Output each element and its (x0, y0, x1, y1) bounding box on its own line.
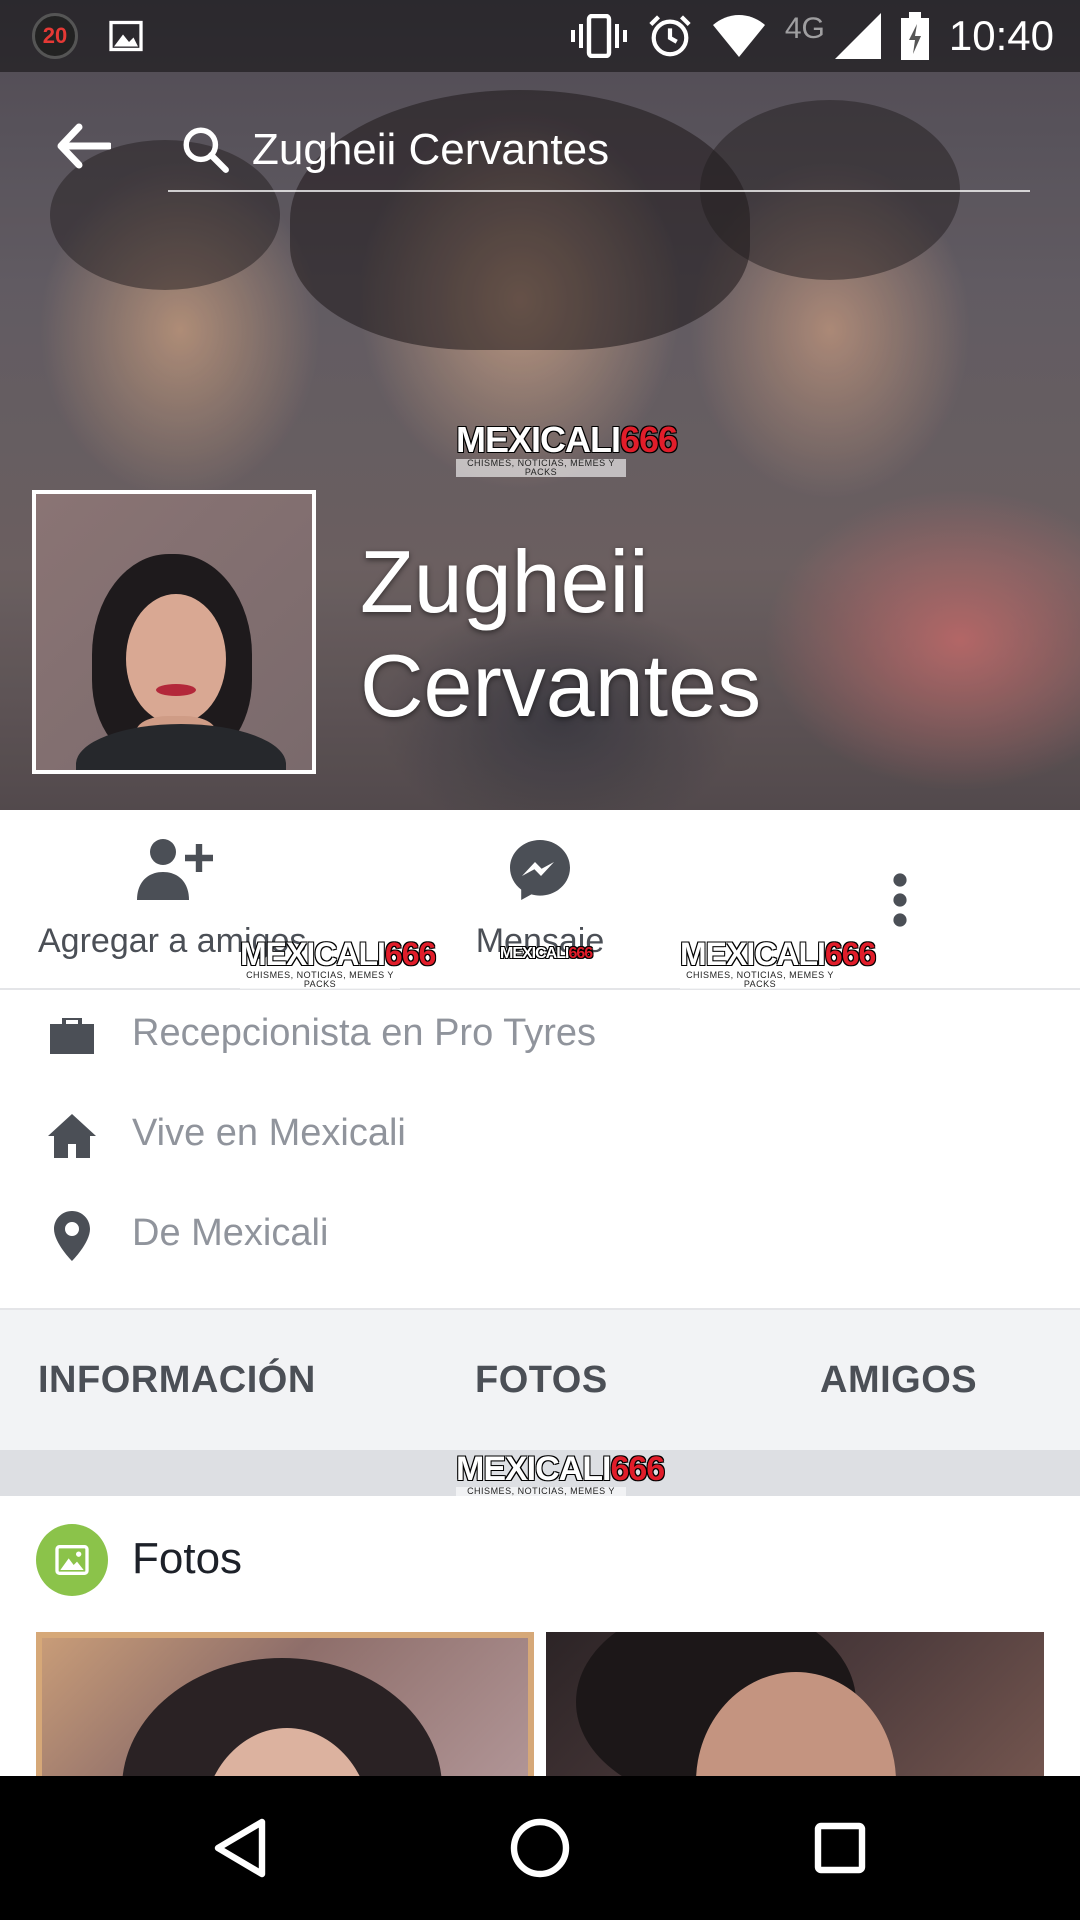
profile-picture[interactable] (32, 490, 316, 774)
wifi-icon (712, 15, 765, 57)
photos-section-title: Fotos (132, 1534, 243, 1583)
watermark-logo: MEXICALI666 CHISMES, NOTICIAS, MEMES Y P… (680, 936, 876, 989)
location-pin-icon (48, 1211, 96, 1261)
tab-photos[interactable]: FOTOS (475, 1310, 608, 1450)
nav-back-icon (214, 1818, 266, 1878)
gallery-icon (109, 20, 143, 52)
system-nav-bar (0, 1776, 1080, 1920)
status-bar: 20 4G 10:40 (0, 0, 1080, 72)
search-icon (183, 127, 229, 173)
watermark-logo: MEXICALI666 CHISMES, NOTICIAS, MEMES Y P… (456, 419, 678, 477)
photo-thumbnail[interactable] (36, 1632, 534, 1776)
nav-recents-icon (814, 1822, 866, 1874)
network-type-label: 4G (784, 12, 825, 45)
profile-name-last: Cervantes (360, 636, 762, 735)
watermark-logo: MEXICALI666 CHISMES, NOTICIAS, MEMES Y P… (240, 936, 436, 989)
vibrate-icon (570, 14, 627, 58)
search-input[interactable] (252, 120, 1012, 180)
back-arrow-icon (57, 123, 111, 169)
add-friend-icon (137, 839, 213, 900)
clock: 10:40 (948, 12, 1054, 59)
notification-badge: 20 (32, 13, 78, 59)
nav-back-button[interactable] (200, 1808, 280, 1888)
battery-charging-icon (900, 12, 929, 60)
watermark-logo: MEXICALI666 (500, 945, 593, 962)
search-bar[interactable] (168, 110, 1030, 192)
photo-thumbnail[interactable] (546, 1632, 1044, 1776)
nav-home-button[interactable] (500, 1808, 580, 1888)
photos-section: Fotos (0, 1496, 1080, 1776)
section-divider: MEXICALI666 CHISMES, NOTICIAS, MEMES Y P… (0, 1450, 1080, 1505)
profile-tabs: INFORMACIÓN FOTOS AMIGOS (0, 1308, 1080, 1452)
profile-name-first: Zugheii (360, 532, 649, 631)
briefcase-icon (48, 1012, 96, 1060)
nav-recents-button[interactable] (800, 1808, 880, 1888)
tab-friends[interactable]: AMIGOS (820, 1310, 977, 1450)
more-vertical-icon (893, 873, 907, 927)
about-work[interactable]: Recepcionista en Pro Tyres (0, 990, 1080, 1080)
tab-information[interactable]: INFORMACIÓN (38, 1310, 316, 1450)
profile-name: Zugheii Cervantes (360, 530, 1040, 738)
messenger-icon (510, 840, 570, 900)
about-from-text: De Mexicali (132, 1212, 329, 1254)
about-lives-text: Vive en Mexicali (132, 1112, 406, 1154)
about-work-text: Recepcionista en Pro Tyres (132, 1012, 596, 1054)
about-from[interactable]: De Mexicali (0, 1190, 1080, 1280)
signal-icon (834, 13, 881, 59)
about-lives[interactable]: Vive en Mexicali (0, 1090, 1080, 1180)
alarm-icon (647, 13, 693, 59)
about-section: Recepcionista en Pro Tyres Vive en Mexic… (0, 990, 1080, 1308)
profile-actions: Agregar a amigos Mensaje MEXICALI666 CHI… (0, 810, 1080, 990)
back-button[interactable] (52, 114, 116, 178)
nav-home-icon (510, 1818, 570, 1878)
home-icon (48, 1112, 96, 1160)
photos-icon (36, 1524, 108, 1596)
